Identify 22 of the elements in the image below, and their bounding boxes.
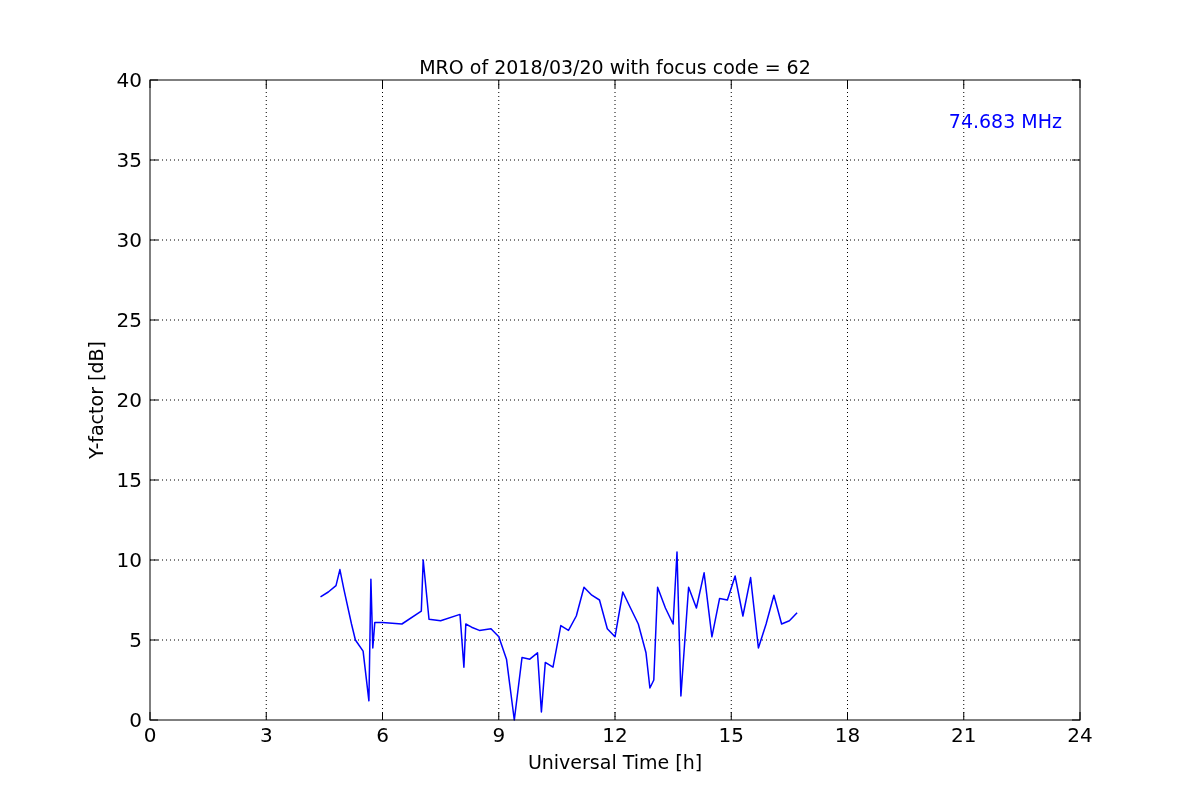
tick-label: 0	[129, 708, 142, 732]
tick-label: 21	[951, 723, 977, 747]
tick-label: 10	[116, 548, 142, 572]
tick-label: 9	[492, 723, 506, 747]
tick-label: 0	[143, 723, 157, 747]
chart-title: MRO of 2018/03/20 with focus code = 62	[419, 56, 811, 78]
axis-label: Y-factor [dB]	[85, 341, 107, 459]
series-label: 74.683 MHz	[948, 110, 1062, 132]
tick-label: 25	[116, 308, 142, 332]
tick-label: 35	[116, 148, 142, 172]
tick-label: 18	[834, 723, 861, 747]
tick-label: 15	[718, 723, 744, 747]
tick-label: 12	[602, 723, 628, 747]
tick-label: 24	[1067, 723, 1093, 747]
tick-label: 5	[129, 628, 142, 652]
tick-label: 6	[376, 723, 389, 747]
tick-label: 30	[116, 228, 142, 252]
axis-label: Universal Time [h]	[527, 751, 703, 773]
tick-label: 40	[116, 68, 142, 92]
tick-label: 20	[116, 388, 142, 412]
tick-label: 3	[259, 723, 273, 747]
tick-label: 15	[116, 468, 142, 492]
